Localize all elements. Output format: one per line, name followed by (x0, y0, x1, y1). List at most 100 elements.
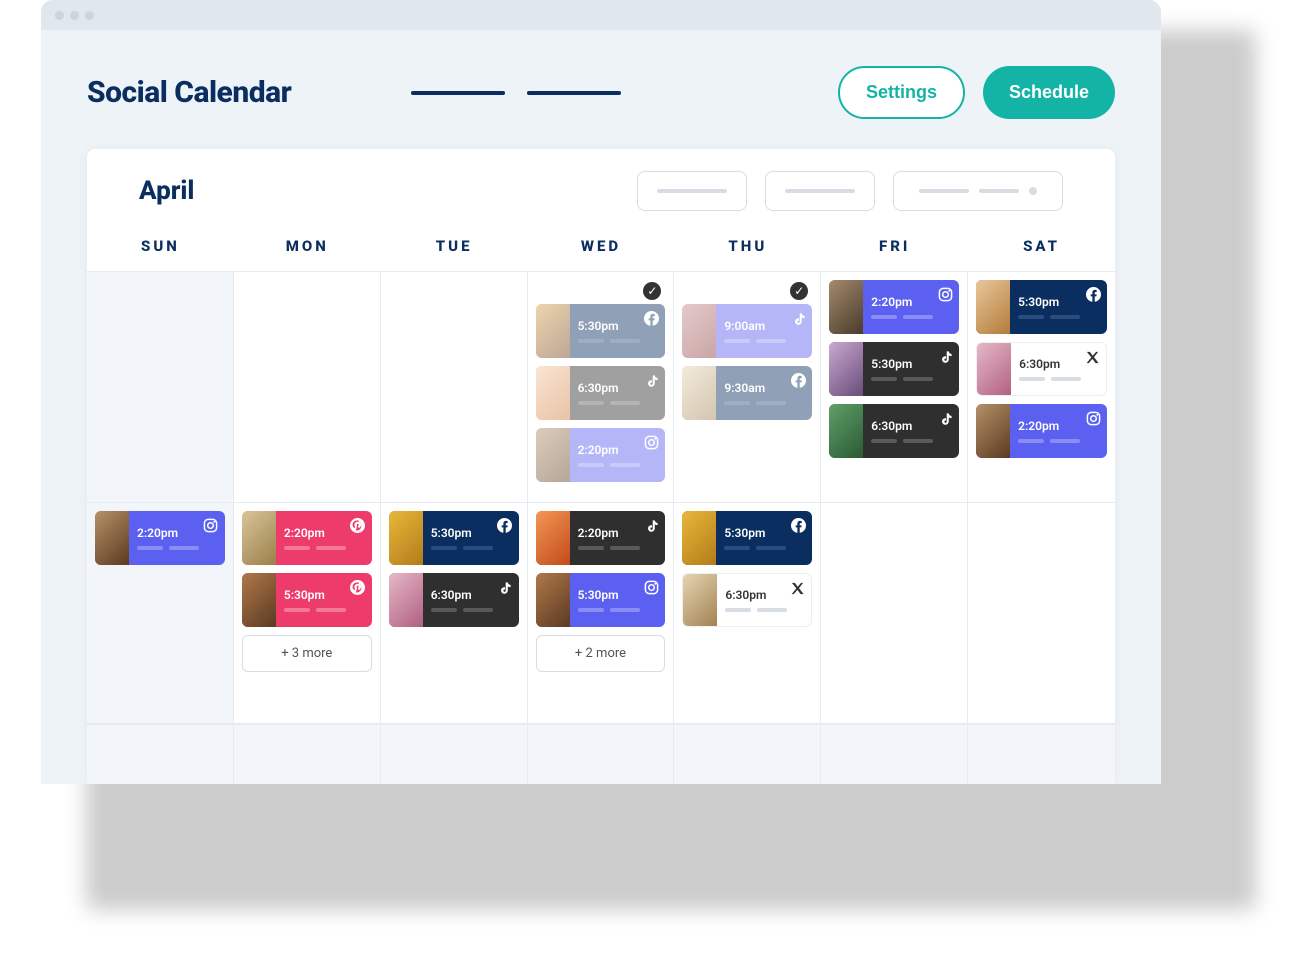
skeleton-line (527, 91, 621, 95)
control-placeholder[interactable] (765, 171, 875, 211)
day-header: FRI (821, 237, 968, 255)
scheduled-post[interactable]: 2:20pm (242, 511, 372, 565)
card-header-controls (637, 171, 1063, 211)
post-thumbnail (389, 511, 423, 565)
tiktok-icon (937, 348, 953, 364)
post-skeleton (1019, 377, 1098, 381)
schedule-button[interactable]: Schedule (983, 66, 1115, 119)
calendar-cell[interactable]: ✓9:00am9:30am (674, 272, 821, 502)
instagram-icon (203, 517, 219, 533)
calendar-cell[interactable]: 2:20pm (87, 503, 234, 723)
instagram-icon (1085, 410, 1101, 426)
facebook-icon (497, 517, 513, 533)
scheduled-post[interactable]: 6:30pm (829, 404, 959, 458)
calendar-cell[interactable] (968, 503, 1115, 723)
post-body: 6:30pm (423, 573, 519, 627)
calendar-cell[interactable] (234, 724, 381, 784)
calendar-cell[interactable] (234, 272, 381, 502)
scheduled-post[interactable]: 5:30pm (976, 280, 1107, 334)
calendar-cell[interactable] (821, 724, 968, 784)
scheduled-post[interactable]: 5:30pm (242, 573, 372, 627)
facebook-icon (790, 372, 806, 388)
post-skeleton (578, 546, 658, 550)
post-thumbnail (389, 573, 423, 627)
post-body: 5:30pm (276, 573, 372, 627)
instagram-icon (937, 286, 953, 302)
scheduled-post[interactable]: 6:30pm (389, 573, 519, 627)
scheduled-post[interactable]: 5:30pm (536, 304, 666, 358)
calendar-cell[interactable] (87, 272, 234, 502)
settings-button[interactable]: Settings (838, 66, 965, 119)
day-header: SAT (968, 237, 1115, 255)
calendar-cell[interactable] (381, 724, 528, 784)
calendar-cell[interactable]: 2:20pm 5:30pm 6:30pm (821, 272, 968, 502)
calendar-cell[interactable] (968, 724, 1115, 784)
more-posts-button[interactable]: + 3 more (242, 635, 372, 672)
post-thumbnail (242, 511, 276, 565)
post-body: 9:00am (716, 304, 812, 358)
calendar-cell[interactable]: 5:30pm 6:30pm 2:20pm (968, 272, 1115, 502)
post-skeleton (871, 315, 951, 319)
control-placeholder[interactable] (893, 171, 1063, 211)
facebook-icon (643, 310, 659, 326)
calendar-row (87, 723, 1115, 784)
scheduled-post[interactable]: 6:30pm (682, 573, 812, 627)
tiktok-icon (643, 517, 659, 533)
post-thumbnail (829, 404, 863, 458)
post-thumbnail (829, 280, 863, 334)
scheduled-post[interactable]: 5:30pm (536, 573, 666, 627)
facebook-icon (1085, 286, 1101, 302)
post-body: 2:20pm (570, 511, 666, 565)
post-body: 6:30pm (570, 366, 666, 420)
calendar-cell[interactable]: 2:20pm 5:30pm + 2 more (528, 503, 675, 723)
post-thumbnail (682, 366, 716, 420)
calendar-cell[interactable] (87, 724, 234, 784)
post-thumbnail (682, 511, 716, 565)
post-thumbnail (536, 573, 570, 627)
post-body: 5:30pm (570, 304, 666, 358)
scheduled-post[interactable]: 5:30pm (389, 511, 519, 565)
calendar-cell[interactable]: 5:30pm 6:30pm (381, 503, 528, 723)
scheduled-post[interactable]: 5:30pm (682, 511, 812, 565)
more-posts-button[interactable]: + 2 more (536, 635, 666, 672)
tiktok-icon (790, 310, 806, 326)
scheduled-post[interactable]: 6:30pm (976, 342, 1107, 396)
titlebar-dot (70, 11, 79, 20)
scheduled-post[interactable]: 5:30pm (829, 342, 959, 396)
calendar-cell[interactable] (381, 272, 528, 502)
post-thumbnail (683, 574, 717, 627)
post-body: 6:30pm (1011, 343, 1106, 395)
calendar-cell[interactable]: ✓5:30pm6:30pm2:20pm (528, 272, 675, 502)
scheduled-post[interactable]: 2:20pm (95, 511, 225, 565)
instagram-icon (643, 579, 659, 595)
header-skeleton (411, 91, 621, 95)
post-skeleton (724, 339, 804, 343)
scheduled-post[interactable]: 9:30am (682, 366, 812, 420)
scheduled-post[interactable]: 2:20pm (536, 511, 666, 565)
x-icon (1084, 349, 1100, 365)
post-skeleton (431, 608, 511, 612)
post-thumbnail (536, 304, 570, 358)
calendar-cell[interactable] (674, 724, 821, 784)
titlebar (41, 0, 1161, 30)
calendar-grid: ✓5:30pm6:30pm2:20pm✓9:00am9:30am2:20pm5:… (87, 271, 1115, 784)
calendar-row: ✓5:30pm6:30pm2:20pm✓9:00am9:30am2:20pm5:… (87, 271, 1115, 502)
post-thumbnail (976, 404, 1010, 458)
calendar-cell[interactable] (528, 724, 675, 784)
scheduled-post[interactable]: 2:20pm (976, 404, 1107, 458)
scheduled-post[interactable]: 9:00am (682, 304, 812, 358)
post-thumbnail (976, 280, 1010, 334)
app-window: Social Calendar Settings Schedule April … (41, 0, 1161, 784)
scheduled-post[interactable]: 2:20pm (536, 428, 666, 482)
post-body: 2:20pm (570, 428, 666, 482)
control-placeholder[interactable] (637, 171, 747, 211)
calendar-cell[interactable] (821, 503, 968, 723)
calendar-cell[interactable]: 5:30pm 6:30pm (674, 503, 821, 723)
scheduled-post[interactable]: 2:20pm (829, 280, 959, 334)
post-body: 2:20pm (1010, 404, 1107, 458)
post-thumbnail (977, 343, 1011, 396)
scheduled-post[interactable]: 6:30pm (536, 366, 666, 420)
day-header: WED (528, 237, 675, 255)
page: Social Calendar Settings Schedule April … (0, 0, 1304, 970)
calendar-cell[interactable]: 2:20pm 5:30pm + 3 more (234, 503, 381, 723)
